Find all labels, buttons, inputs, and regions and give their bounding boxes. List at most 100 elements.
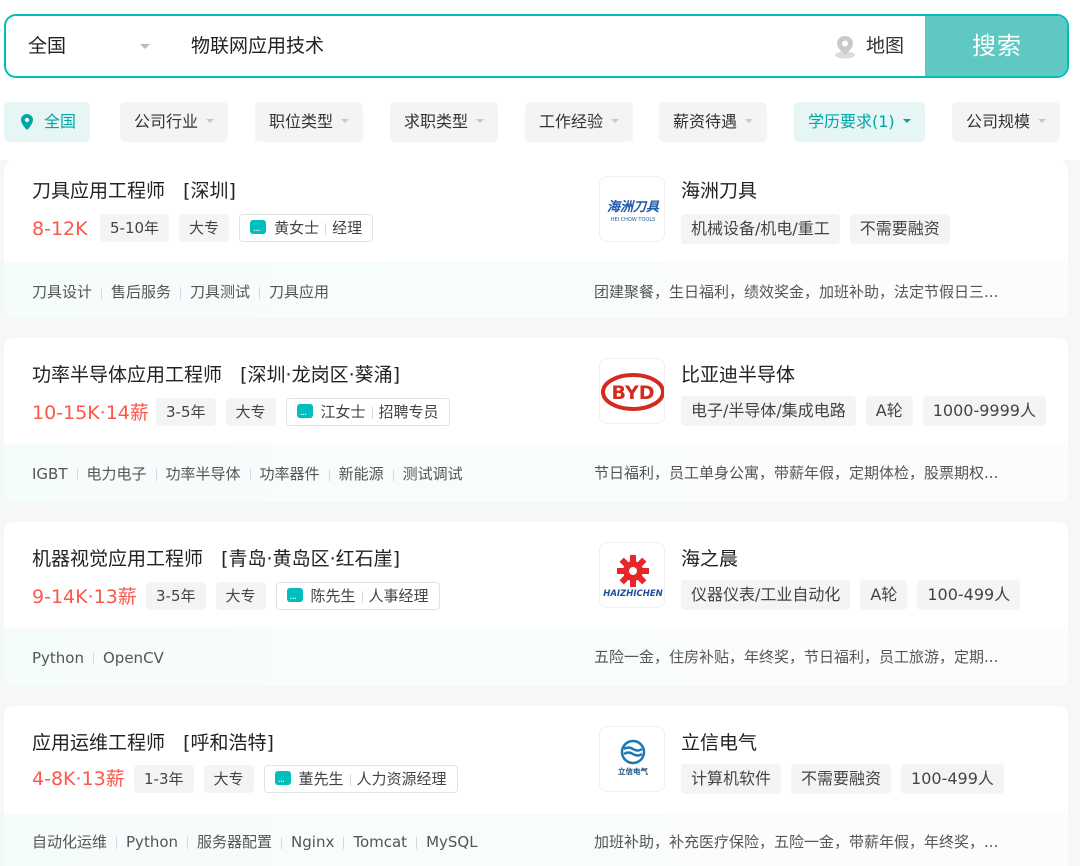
job-card-header: 机器视觉应用工程师 [青岛·黄岛区·红石崖] 9-14K·13薪 3-5年大专陈… xyxy=(4,522,1068,622)
skill-tag: Python xyxy=(126,833,179,851)
job-experience-tag: 3-5年 xyxy=(146,582,206,610)
skill-tag: 刀具测试 xyxy=(190,283,251,301)
filter-job-seeking-type-label: 求职类型 xyxy=(404,112,469,131)
recruiter-badge[interactable]: 黄女士经理 xyxy=(239,214,374,242)
search-input[interactable] xyxy=(191,16,791,76)
company-tags: 计算机软件 不需要融资 100-499人 xyxy=(681,764,1014,794)
company-tags: 机械设备/机电/重工 不需要融资 xyxy=(681,214,960,244)
recruiter-badge[interactable]: 江女士招聘专员 xyxy=(285,398,450,426)
company-industry-tag: 机械设备/机电/重工 xyxy=(681,214,840,244)
company-logo[interactable]: 立信电气 xyxy=(599,726,665,792)
company-funding-tag: 不需要融资 xyxy=(791,764,892,794)
job-card-header: 刀具应用工程师 [深圳] 8-12K 5-10年大专黄女士经理 海洲刀具 HEI… xyxy=(4,160,1068,260)
filter-salary-label: 薪资待遇 xyxy=(673,112,738,131)
divider xyxy=(116,836,118,849)
recruiter-badge[interactable]: 陈先生人事经理 xyxy=(275,582,440,610)
skill-tag: IGBT xyxy=(32,465,68,483)
skill-tags: 自动化运维 Python 服务器配置 Nginx Tomcat MySQL xyxy=(32,814,478,866)
skill-tag: 售后服务 xyxy=(111,283,172,301)
company-welfare: 五险一金，住房补贴，年终奖，节日福利，员工旅游，定期... xyxy=(594,648,999,666)
job-tags: 5-10年大专黄女士经理 xyxy=(100,214,374,242)
filter-salary[interactable]: 薪资待遇 xyxy=(659,102,768,142)
job-salary: 8-12K xyxy=(32,218,88,240)
job-card-footer: Python OpenCV 五险一金，住房补贴，年终奖，节日福利，员工旅游，定期.… xyxy=(4,628,1068,686)
chevron-down-icon xyxy=(745,118,754,123)
skill-tag: OpenCV xyxy=(103,649,164,667)
search-header: 全国 地图 搜索 全国 公司行业 职位类型 求职类型 工作经验 薪资待遇 学历要… xyxy=(0,0,1080,160)
job-location: [深圳·龙岗区·葵涌] xyxy=(240,364,401,386)
job-card-header: 应用运维工程师 [呼和浩特] 4-8K·13薪 1-3年大专董先生人力资源经理 … xyxy=(4,706,1068,806)
map-button[interactable]: 地图 xyxy=(832,16,904,76)
filter-experience[interactable]: 工作经验 xyxy=(525,102,634,142)
filter-company-size[interactable]: 公司规模 xyxy=(952,102,1061,142)
filter-job-seeking-type[interactable]: 求职类型 xyxy=(390,102,499,142)
job-tags: 1-3年大专董先生人力资源经理 xyxy=(134,765,458,793)
logo-wordmark: BYD xyxy=(612,382,655,404)
skill-tag: 服务器配置 xyxy=(197,833,273,851)
job-card[interactable]: 应用运维工程师 [呼和浩特] 4-8K·13薪 1-3年大专董先生人力资源经理 … xyxy=(4,706,1068,866)
company-size-tag: 100-499人 xyxy=(917,580,1021,610)
job-card-footer: IGBT 电力电子 功率半导体 功率器件 新能源 测试调试 节日福利，员工单身公寓，带薪年… xyxy=(4,444,1068,502)
job-title: 机器视觉应用工程师 xyxy=(32,548,204,570)
chevron-down-icon xyxy=(341,118,350,123)
skill-tag: 自动化运维 xyxy=(32,833,108,851)
recruiter-title: 人力资源经理 xyxy=(356,770,447,788)
job-title-line[interactable]: 功率半导体应用工程师 [深圳·龙岗区·葵涌] xyxy=(32,360,400,387)
company-industry-tag: 仪器仪表/工业自动化 xyxy=(681,580,851,610)
haizhou-logo-icon: 海洲刀具 HEI CHOW TOOLS xyxy=(607,199,660,223)
filter-company-size-label: 公司规模 xyxy=(966,112,1031,131)
company-name[interactable]: 比亚迪半导体 xyxy=(681,360,795,387)
job-title-line[interactable]: 应用运维工程师 [呼和浩特] xyxy=(32,728,274,755)
chevron-down-icon xyxy=(476,118,485,123)
divider xyxy=(187,836,189,849)
job-card[interactable]: 功率半导体应用工程师 [深圳·龙岗区·葵涌] 10-15K·14薪 3-5年 大专… xyxy=(4,338,1068,502)
job-card-footer: 自动化运维 Python 服务器配置 Nginx Tomcat MySQL 加班补助，补充… xyxy=(4,814,1068,866)
chevron-down-icon xyxy=(206,118,215,123)
company-logo[interactable]: HAIZHICHEN xyxy=(599,542,665,608)
skill-tag: Nginx xyxy=(291,833,335,851)
search-button[interactable]: 搜索 xyxy=(925,16,1067,76)
chat-icon xyxy=(286,584,303,610)
divider xyxy=(343,836,345,849)
divider xyxy=(155,468,157,481)
job-tags: 3-5年大专陈先生人事经理 xyxy=(146,582,440,610)
recruiter-badge[interactable]: 董先生人力资源经理 xyxy=(263,765,458,793)
company-name[interactable]: 立信电气 xyxy=(681,728,757,755)
company-logo[interactable]: BYD xyxy=(599,358,665,424)
divider xyxy=(180,286,182,299)
job-title-line[interactable]: 机器视觉应用工程师 [青岛·黄岛区·红石崖] xyxy=(32,544,400,571)
filter-industry-label: 公司行业 xyxy=(134,112,199,131)
job-location: [深圳] xyxy=(183,180,236,202)
chevron-down-icon xyxy=(902,118,911,123)
company-funding-tag: A轮 xyxy=(860,580,908,610)
job-title-line[interactable]: 刀具应用工程师 [深圳] xyxy=(32,176,236,203)
filter-position-type-label: 职位类型 xyxy=(269,112,334,131)
divider xyxy=(371,406,373,419)
job-salary: 4-8K·13薪 xyxy=(32,768,125,790)
skill-tag: 新能源 xyxy=(338,465,384,483)
company-logo[interactable]: 海洲刀具 HEI CHOW TOOLS xyxy=(599,176,665,242)
company-funding-tag: 不需要融资 xyxy=(849,214,950,244)
divider xyxy=(93,652,94,665)
job-location: [呼和浩特] xyxy=(183,732,274,754)
job-degree-tag: 大专 xyxy=(225,398,276,426)
filter-position-type[interactable]: 职位类型 xyxy=(255,102,364,142)
skill-tag: MySQL xyxy=(426,833,478,851)
filter-city[interactable]: 全国 xyxy=(4,102,91,142)
divider xyxy=(325,222,327,235)
company-name[interactable]: 海之晨 xyxy=(681,544,738,571)
company-name[interactable]: 海洲刀具 xyxy=(681,176,757,203)
city-select[interactable]: 全国 xyxy=(28,16,158,76)
job-tags: 3-5年大专江女士招聘专员 xyxy=(156,398,450,426)
chat-icon xyxy=(296,400,313,426)
job-card[interactable]: 刀具应用工程师 [深圳] 8-12K 5-10年大专黄女士经理 海洲刀具 HEI… xyxy=(4,160,1068,318)
divider xyxy=(328,468,330,481)
divider xyxy=(361,590,363,603)
location-icon xyxy=(21,114,33,130)
map-pin-icon xyxy=(835,36,855,59)
filter-industry[interactable]: 公司行业 xyxy=(120,102,229,142)
filter-education[interactable]: 学历要求(1) xyxy=(794,102,925,142)
job-card[interactable]: 机器视觉应用工程师 [青岛·黄岛区·红石崖] 9-14K·13薪 3-5年大专陈… xyxy=(4,522,1068,686)
job-location: [青岛·黄岛区·红石崖] xyxy=(221,548,401,570)
recruiter-name: 董先生 xyxy=(298,770,344,788)
